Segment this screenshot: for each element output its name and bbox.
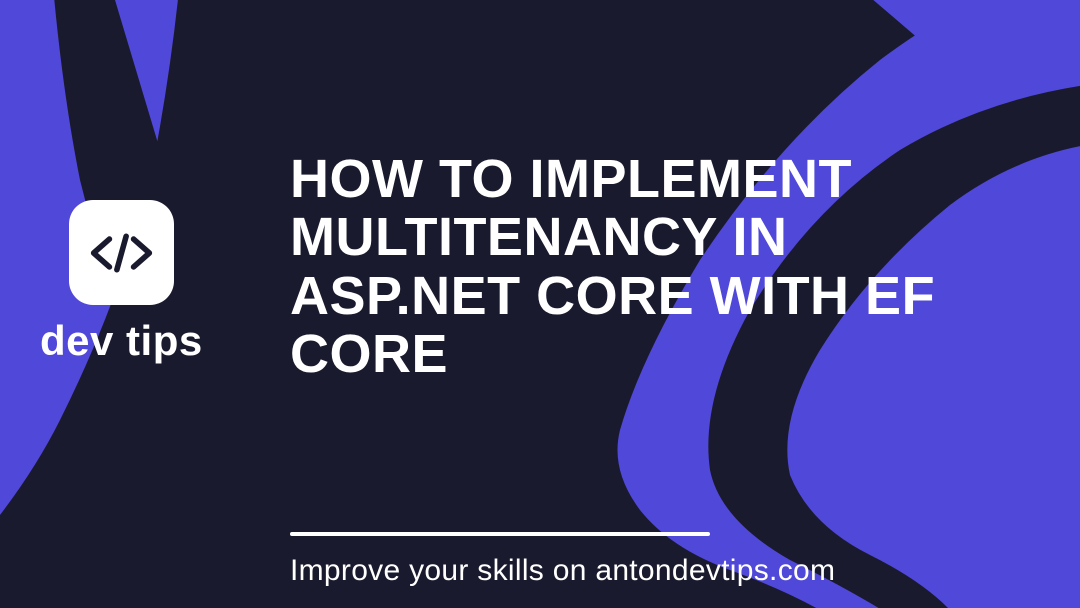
logo-text: dev tips — [40, 317, 203, 365]
code-icon — [89, 233, 154, 273]
tagline-text: Improve your skills on antondevtips.com — [290, 554, 835, 588]
divider-line — [290, 532, 710, 536]
logo-icon-container — [69, 200, 174, 305]
page-title: HOW TO IMPLEMENT MULTITENANCY IN ASP.NET… — [290, 150, 1020, 383]
content-area: HOW TO IMPLEMENT MULTITENANCY IN ASP.NET… — [290, 150, 1020, 383]
logo-area: dev tips — [40, 200, 203, 365]
footer-area: Improve your skills on antondevtips.com — [290, 532, 835, 588]
